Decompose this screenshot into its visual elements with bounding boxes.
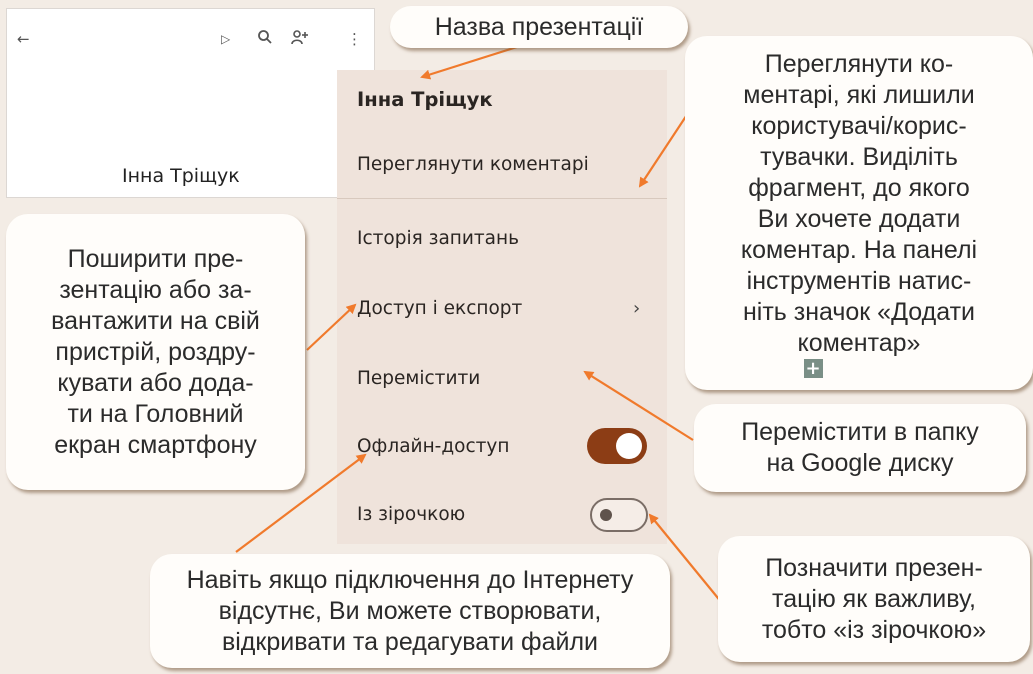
callout-starred: Позначити презен- тацію як важливу, тобт…	[718, 536, 1030, 662]
add-comment-icon: +	[803, 357, 823, 379]
callout-offline: Навіть якщо підключення до Інтернету від…	[150, 554, 670, 668]
callout-comments: Переглянути ко- ментарі, які лишили кори…	[685, 36, 1033, 390]
callout-title: Назва презентації	[390, 6, 688, 48]
callout-share: Поширити пре- зентацію або за- вантажити…	[6, 214, 305, 490]
callout-move: Перемістити в папку на Google диску	[694, 404, 1026, 492]
